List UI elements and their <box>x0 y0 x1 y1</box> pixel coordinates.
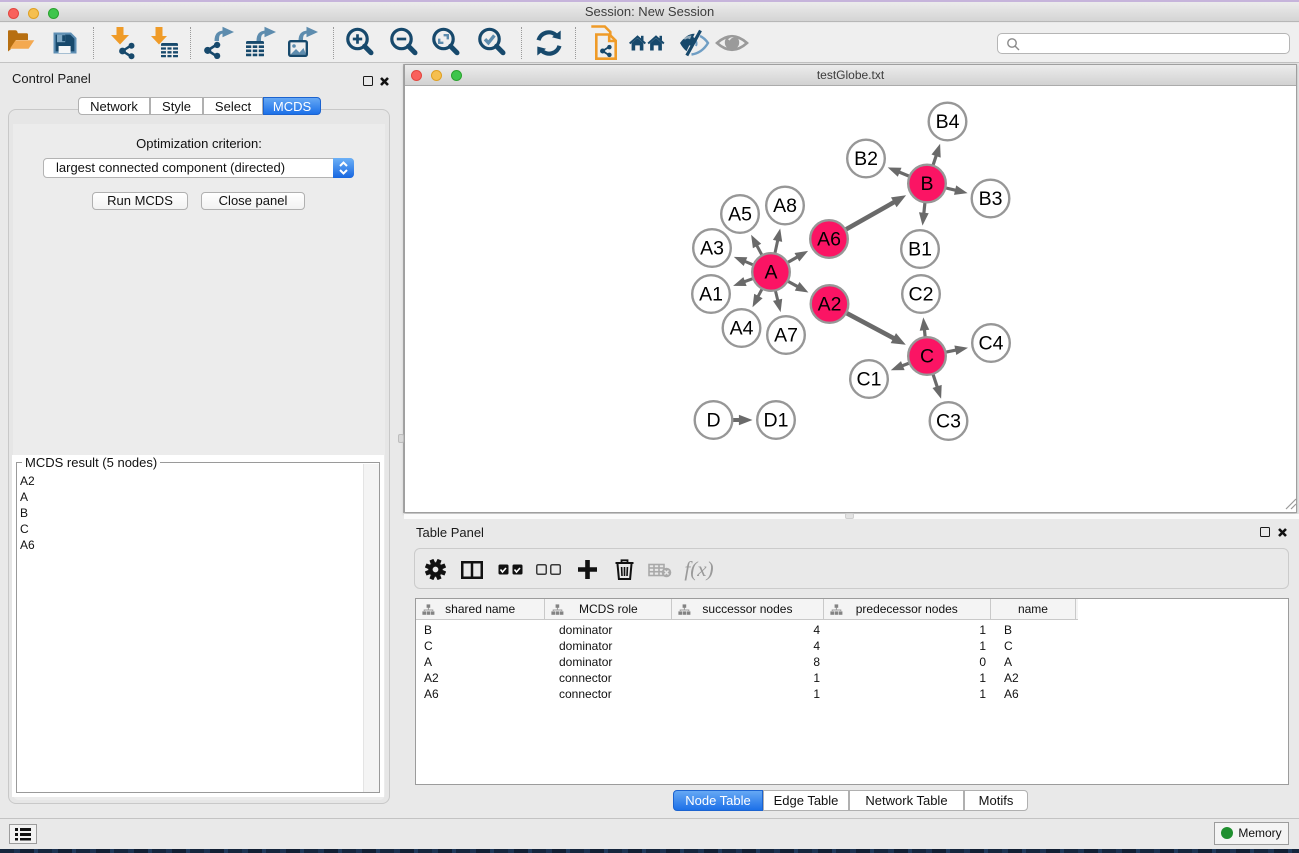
svg-text:A: A <box>764 262 777 284</box>
svg-text:A8: A8 <box>773 195 797 217</box>
svg-text:A1: A1 <box>699 284 723 306</box>
svg-text:C4: C4 <box>979 333 1004 355</box>
svg-text:C: C <box>920 346 934 368</box>
svg-text:A3: A3 <box>700 238 724 260</box>
svg-text:A6: A6 <box>817 229 841 251</box>
svg-text:D: D <box>706 410 720 432</box>
svg-text:D1: D1 <box>764 410 789 432</box>
svg-text:A4: A4 <box>730 318 754 340</box>
svg-text:B1: B1 <box>908 239 932 261</box>
svg-text:B3: B3 <box>979 188 1003 210</box>
svg-text:A5: A5 <box>728 204 752 226</box>
svg-text:B4: B4 <box>936 111 960 133</box>
svg-text:C3: C3 <box>936 411 961 433</box>
svg-text:A7: A7 <box>774 325 798 347</box>
svg-text:C1: C1 <box>857 369 882 391</box>
svg-text:B2: B2 <box>854 148 878 170</box>
svg-text:A2: A2 <box>818 294 842 316</box>
svg-text:B: B <box>920 173 933 195</box>
svg-text:C2: C2 <box>909 284 934 306</box>
